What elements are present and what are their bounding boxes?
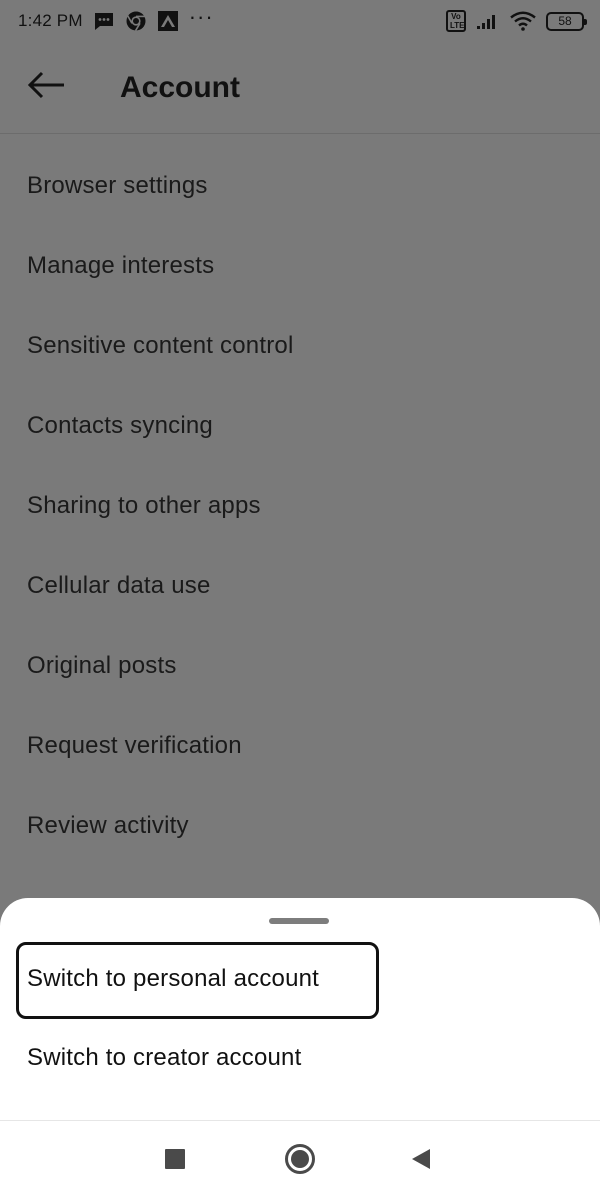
wifi-icon	[510, 11, 536, 31]
settings-item-original-posts[interactable]: Original posts	[0, 626, 600, 706]
arrow-left-icon	[26, 70, 66, 105]
switch-to-creator-account-option[interactable]: Switch to creator account	[0, 1023, 600, 1093]
system-back-button[interactable]	[381, 1121, 461, 1200]
recents-square-icon	[164, 1148, 186, 1175]
drag-handle[interactable]	[269, 918, 329, 924]
recents-button[interactable]	[135, 1121, 215, 1200]
app-header: Account	[0, 42, 600, 134]
home-button[interactable]	[260, 1121, 340, 1200]
settings-item-review-activity[interactable]: Review activity	[0, 786, 600, 866]
status-bar: 1:42 PM ··· Vo LTE 58	[0, 0, 600, 42]
volte-icon: Vo LTE	[446, 10, 466, 32]
battery-icon: 58	[546, 11, 587, 31]
message-icon	[93, 11, 115, 31]
settings-item-request-verification[interactable]: Request verification	[0, 706, 600, 786]
settings-item-sharing-to-other-apps[interactable]: Sharing to other apps	[0, 466, 600, 546]
settings-item-contacts-syncing[interactable]: Contacts syncing	[0, 386, 600, 466]
back-triangle-icon	[410, 1147, 432, 1176]
more-notifications-icon: ···	[188, 4, 214, 29]
status-time: 1:42 PM	[18, 11, 83, 30]
status-right: Vo LTE 58	[446, 10, 587, 32]
settings-item-cellular-data-use[interactable]: Cellular data use	[0, 546, 600, 626]
back-button[interactable]	[0, 42, 92, 134]
settings-list: Browser settings Manage interests Sensit…	[0, 146, 600, 866]
switch-to-personal-account-option[interactable]: Switch to personal account	[0, 944, 600, 1014]
system-nav-bar	[0, 1120, 600, 1200]
account-type-bottom-sheet: Switch to personal account Switch to cre…	[0, 898, 600, 1120]
settings-item-manage-interests[interactable]: Manage interests	[0, 226, 600, 306]
status-left: 1:42 PM ···	[18, 6, 214, 32]
home-circle-icon	[284, 1143, 316, 1180]
battery-level: 58	[558, 14, 572, 28]
chrome-icon	[125, 10, 147, 32]
app-icon	[157, 10, 179, 32]
settings-item-sensitive-content-control[interactable]: Sensitive content control	[0, 306, 600, 386]
page-title: Account	[120, 70, 240, 104]
signal-icon	[476, 12, 500, 30]
settings-item-browser-settings[interactable]: Browser settings	[0, 146, 600, 226]
